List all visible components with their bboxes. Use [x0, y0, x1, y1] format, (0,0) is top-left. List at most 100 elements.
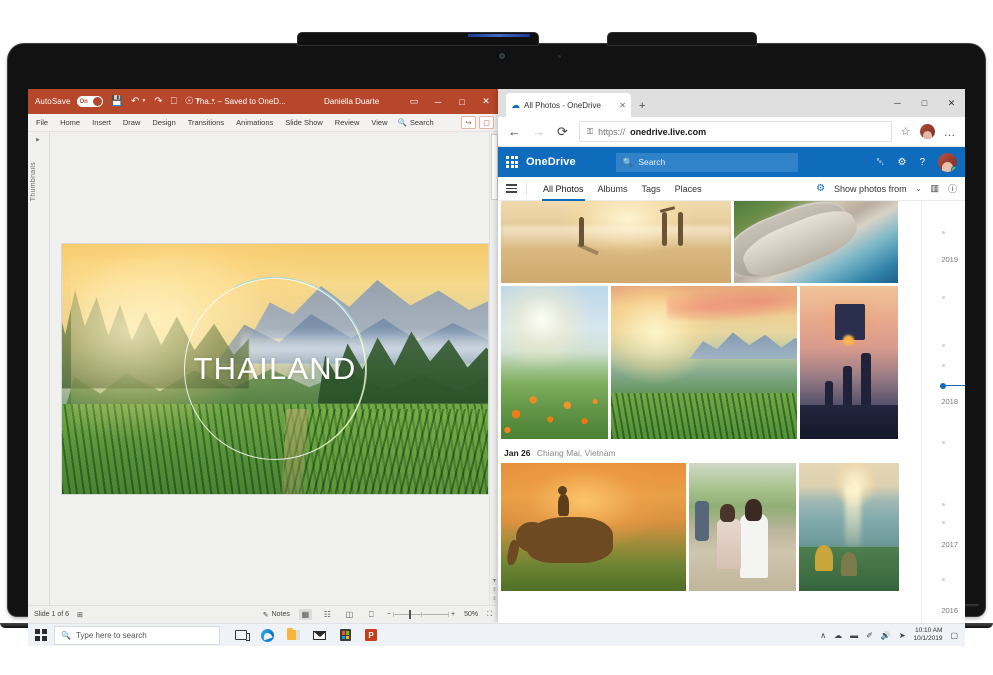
fit-slide-icon[interactable]: ⛶ — [487, 611, 492, 619]
notifications-bell-icon[interactable]: ␇ — [876, 157, 884, 168]
more-options-icon[interactable]: … — [944, 125, 957, 139]
comments-icon[interactable]: ▢ — [479, 116, 494, 129]
timeline-year-2019[interactable]: 2019 — [941, 255, 958, 264]
ribbon-tab-design[interactable]: Design — [146, 118, 181, 127]
minimize-button[interactable]: ─ — [884, 89, 911, 117]
ribbon-tab-view[interactable]: View — [365, 118, 393, 127]
timeline-scrubber[interactable]: 2019 2018 2017 2016 — [921, 201, 965, 623]
onedrive-brand-label[interactable]: OneDrive — [526, 156, 576, 168]
ribbon-tab-home[interactable]: Home — [54, 118, 86, 127]
thumbnails-collapse-icon[interactable]: ▶ — [36, 137, 40, 143]
zoom-slider[interactable]: − + — [387, 610, 455, 619]
tab-tags[interactable]: Tags — [635, 177, 668, 201]
ribbon-tab-transitions[interactable]: Transitions — [182, 118, 230, 127]
maximize-button[interactable]: □ — [911, 89, 938, 117]
refresh-button[interactable]: ⟳ — [555, 124, 570, 140]
tab-places[interactable]: Places — [668, 177, 709, 201]
tab-all-photos[interactable]: All Photos — [536, 177, 591, 201]
slide-canvas[interactable]: THAILAND — [62, 243, 488, 494]
photo-marigold-flowers-sunrise[interactable] — [501, 286, 608, 439]
undo-icon[interactable]: ↶ ▼ — [131, 96, 146, 107]
pen-icon[interactable]: ✐ — [866, 631, 873, 640]
scrollbar-thumb[interactable] — [491, 134, 498, 200]
accessibility-icon[interactable]: ⊞ — [77, 611, 83, 619]
ribbon-tab-review[interactable]: Review — [329, 118, 366, 127]
slide-editing-area[interactable]: THAILAND ▲ ▼ ⇧ ⇩ — [50, 132, 498, 605]
timeline-tick[interactable] — [942, 521, 945, 524]
slide-title-text[interactable]: THAILAND — [194, 351, 357, 387]
previous-slide-button[interactable]: ⇧ — [491, 587, 498, 594]
photo-gallery[interactable]: Jan 26 Chiang Mai, Vietnam 2019 2018 201… — [498, 201, 965, 623]
photo-coastal-road-aerial[interactable] — [734, 201, 898, 283]
battery-icon[interactable]: ▬ — [850, 631, 858, 640]
forward-button[interactable]: → — [531, 124, 546, 139]
info-icon[interactable]: ⓘ — [948, 182, 957, 195]
slide-vertical-scrollbar[interactable]: ▲ ▼ ⇧ ⇩ — [489, 132, 498, 605]
browser-tab[interactable]: ☁ All Photos - OneDrive ✕ — [506, 93, 631, 117]
show-photos-from-label[interactable]: Show photos from — [834, 184, 907, 194]
thumbnails-pane[interactable]: ▶ Thumbnails — [28, 132, 50, 605]
taskbar-edge-button[interactable] — [256, 625, 278, 646]
tab-albums[interactable]: Albums — [591, 177, 635, 201]
onedrive-tray-icon[interactable]: ☁ — [834, 631, 842, 640]
zoom-out-button[interactable]: − — [387, 611, 391, 618]
next-slide-button[interactable]: ⇩ — [491, 596, 498, 603]
autosave-toggle[interactable]: On — [76, 96, 103, 107]
normal-view-button[interactable]: ▦ — [298, 609, 312, 620]
present-icon[interactable]: ⎕ — [171, 96, 177, 107]
taskbar-store-button[interactable] — [334, 625, 356, 646]
document-title[interactable]: Tha... – Saved to OneD... — [195, 97, 286, 106]
zoom-level-label[interactable]: 50% — [464, 611, 478, 618]
photo-cliff-ocean-sunset[interactable] — [799, 463, 899, 591]
maximize-button[interactable]: □ — [450, 89, 474, 114]
close-icon[interactable]: ✕ — [619, 101, 626, 110]
gear-icon[interactable]: ⚙ — [897, 157, 906, 168]
timeline-tick[interactable] — [942, 344, 945, 347]
redo-icon[interactable]: ↷ — [154, 96, 162, 107]
zoom-track[interactable] — [392, 610, 449, 619]
ribbon-search[interactable]: 🔍 Search — [394, 118, 434, 127]
app-launcher-waffle-icon[interactable] — [506, 156, 518, 168]
ribbon-tab-draw[interactable]: Draw — [117, 118, 147, 127]
help-icon[interactable]: ? — [919, 157, 925, 168]
slide-sorter-view-button[interactable]: ☷ — [321, 609, 334, 620]
action-center-icon[interactable]: ▢ — [950, 631, 958, 640]
avatar[interactable] — [938, 152, 957, 172]
ribbon-tab-insert[interactable]: Insert — [86, 118, 117, 127]
save-icon[interactable]: 💾 — [111, 96, 123, 107]
ribbon-tab-file[interactable]: File — [28, 118, 54, 127]
timeline-tick[interactable] — [942, 296, 945, 299]
slide-show-button[interactable]: ⎕ — [365, 609, 378, 620]
clock[interactable]: 10:10 AM 10/1/2019 — [914, 627, 943, 643]
timeline-tick[interactable] — [942, 578, 945, 581]
taskbar-mail-button[interactable] — [308, 625, 330, 646]
start-button[interactable] — [28, 624, 54, 647]
taskbar-powerpoint-button[interactable]: P — [360, 625, 382, 646]
taskbar-search-input[interactable]: 🔍 Type here to search — [54, 625, 220, 645]
search-input[interactable]: 🔍 Search — [615, 152, 798, 172]
photo-sky-lantern-silhouettes[interactable] — [800, 286, 898, 439]
notes-button[interactable]: ✎ Notes — [263, 611, 290, 619]
powerpoint-window[interactable]: AutoSave On 💾 ↶ ▼ ↷ ⎕ ☉ ▼ ▼ Tha... – Saved… — [28, 89, 498, 623]
ribbon-tab-slide-show[interactable]: Slide Show — [279, 118, 329, 127]
edge-browser-window[interactable]: ☁ All Photos - OneDrive ✕ + ─ □ ✕ ← → ⟳ … — [498, 89, 965, 623]
photo-hikers-on-trail[interactable] — [689, 463, 796, 591]
tray-overflow-icon[interactable]: ∧ — [820, 631, 826, 640]
address-bar[interactable]: ⚿ https:// onedrive.live.com — [579, 121, 892, 142]
timeline-tick[interactable] — [942, 364, 945, 367]
new-tab-button[interactable]: + — [639, 100, 645, 112]
ribbon-tab-animations[interactable]: Animations — [230, 118, 279, 127]
browser-profile-avatar[interactable] — [919, 124, 935, 139]
timeline-tick[interactable] — [942, 441, 945, 444]
taskbar-file-explorer-button[interactable] — [282, 625, 304, 646]
timeline-year-2016[interactable]: 2016 — [941, 606, 958, 615]
timeline-year-2017[interactable]: 2017 — [941, 540, 958, 549]
close-button[interactable]: ✕ — [938, 89, 965, 117]
timeline-tick[interactable] — [942, 231, 945, 234]
minimize-button[interactable]: ─ — [426, 89, 450, 114]
photo-beach-sunset-surfers[interactable] — [501, 201, 731, 283]
network-icon[interactable]: ➤ — [899, 631, 906, 640]
zoom-in-button[interactable]: + — [451, 611, 455, 618]
hamburger-menu-icon[interactable] — [506, 184, 517, 193]
photo-elephant-rider-sunset[interactable] — [501, 463, 686, 591]
